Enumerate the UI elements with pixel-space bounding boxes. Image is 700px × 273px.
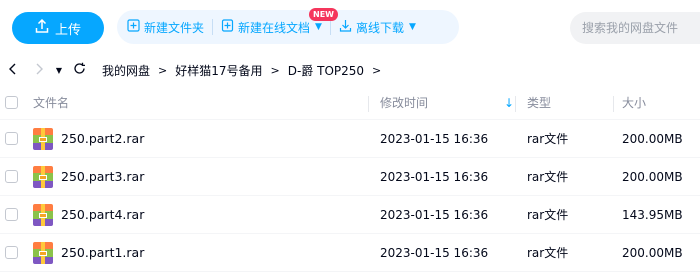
table-row[interactable]: 250.part2.rar 2023-01-15 16:36 rar文件 200… xyxy=(0,120,700,158)
navigation-bar: ▼ 我的网盘 > 好样猫17号备用 > D-爵 TOP250 > xyxy=(0,56,700,84)
row-checkbox[interactable] xyxy=(5,208,18,221)
column-header-size[interactable]: 大小 xyxy=(622,94,646,111)
forward-button[interactable] xyxy=(30,61,48,79)
rar-archive-icon xyxy=(33,127,53,150)
breadcrumb-item[interactable]: D-爵 TOP250 xyxy=(288,62,364,79)
history-dropdown-icon: ▼ xyxy=(55,65,63,75)
select-all-checkbox[interactable] xyxy=(5,96,18,109)
back-arrow-icon xyxy=(8,63,18,78)
search-input[interactable]: 搜索我的网盘文件 xyxy=(570,12,700,44)
file-name[interactable]: 250.part3.rar xyxy=(61,169,144,184)
modified-time: 2023-01-15 16:36 xyxy=(380,245,489,260)
file-size: 143.95MB xyxy=(622,207,683,222)
file-name-cell: 250.part2.rar xyxy=(33,127,144,150)
upload-button[interactable]: 上传 xyxy=(12,12,104,44)
file-name-cell: 250.part3.rar xyxy=(33,165,144,188)
download-icon xyxy=(339,19,352,35)
table-row[interactable]: 250.part4.rar 2023-01-15 16:36 rar文件 143… xyxy=(0,196,700,234)
row-checkbox[interactable] xyxy=(5,170,18,183)
chevron-down-icon: ▼ xyxy=(315,22,322,32)
table-row[interactable]: 250.part3.rar 2023-01-15 16:36 rar文件 200… xyxy=(0,158,700,196)
new-online-doc-button[interactable]: 新建在线文档 ▼ xyxy=(221,19,322,36)
new-folder-button[interactable]: 新建文件夹 xyxy=(127,19,204,36)
chevron-down-icon: ▼ xyxy=(408,22,416,32)
rar-archive-icon xyxy=(33,241,53,264)
toolbar-action-group: 新建文件夹 新建在线文档 ▼ 离线下载 ▼ xyxy=(117,10,459,44)
breadcrumb: 我的网盘 > 好样猫17号备用 > D-爵 TOP250 > xyxy=(102,62,389,79)
new-folder-label: 新建文件夹 xyxy=(144,20,205,35)
file-type: rar文件 xyxy=(527,246,569,260)
file-size: 200.00MB xyxy=(622,245,683,260)
file-name[interactable]: 250.part4.rar xyxy=(61,207,144,222)
breadcrumb-separator-icon: > xyxy=(270,63,280,77)
new-online-doc-label: 新建在线文档 xyxy=(238,20,311,35)
column-header-name[interactable]: 文件名 xyxy=(33,94,69,111)
column-divider xyxy=(515,96,516,112)
rar-archive-icon xyxy=(33,203,53,226)
breadcrumb-item[interactable]: 好样猫17号备用 xyxy=(175,62,262,79)
upload-icon xyxy=(35,18,49,37)
file-table: 文件名 修改时间 ↓ 类型 大小 250.part2.rar 2023-01-1… xyxy=(0,86,700,272)
table-header: 文件名 修改时间 ↓ 类型 大小 xyxy=(0,86,700,120)
modified-time: 2023-01-15 16:36 xyxy=(380,169,489,184)
forward-arrow-icon xyxy=(34,63,44,78)
new-document-icon xyxy=(221,19,234,35)
refresh-icon xyxy=(73,62,86,78)
divider xyxy=(212,19,214,35)
file-type: rar文件 xyxy=(527,170,569,184)
file-type: rar文件 xyxy=(527,132,569,146)
file-size: 200.00MB xyxy=(622,169,683,184)
upload-label: 上传 xyxy=(54,22,81,38)
history-dropdown-button[interactable]: ▼ xyxy=(50,61,68,79)
column-header-modified[interactable]: 修改时间 xyxy=(380,94,428,111)
row-checkbox[interactable] xyxy=(5,132,18,145)
file-type: rar文件 xyxy=(527,208,569,222)
modified-time: 2023-01-15 16:36 xyxy=(380,131,489,146)
file-name-cell: 250.part1.rar xyxy=(33,241,144,264)
file-name[interactable]: 250.part2.rar xyxy=(61,131,144,146)
sort-descending-icon[interactable]: ↓ xyxy=(504,96,514,110)
offline-download-label: 离线下载 xyxy=(355,20,404,35)
table-row[interactable]: 250.part1.rar 2023-01-15 16:36 rar文件 200… xyxy=(0,234,700,272)
file-size: 200.00MB xyxy=(622,131,683,146)
back-button[interactable] xyxy=(4,61,22,79)
rar-archive-icon xyxy=(33,165,53,188)
breadcrumb-separator-icon: > xyxy=(158,63,168,77)
breadcrumb-separator-icon: > xyxy=(372,63,382,77)
divider xyxy=(329,19,331,35)
column-header-type[interactable]: 类型 xyxy=(527,94,551,111)
new-folder-icon xyxy=(127,19,140,35)
toolbar: 上传 新建文件夹 新建在线文档 ▼ 离线下载 ▼ NEW 搜索我的网盘文件 xyxy=(0,0,700,56)
offline-download-button[interactable]: 离线下载 ▼ xyxy=(339,19,416,36)
column-divider xyxy=(368,96,369,112)
modified-time: 2023-01-15 16:36 xyxy=(380,207,489,222)
row-checkbox[interactable] xyxy=(5,246,18,259)
file-name-cell: 250.part4.rar xyxy=(33,203,144,226)
column-divider xyxy=(613,96,614,112)
new-badge: NEW xyxy=(309,8,338,21)
refresh-button[interactable] xyxy=(70,61,88,79)
breadcrumb-item[interactable]: 我的网盘 xyxy=(102,62,150,79)
file-name[interactable]: 250.part1.rar xyxy=(61,245,144,260)
